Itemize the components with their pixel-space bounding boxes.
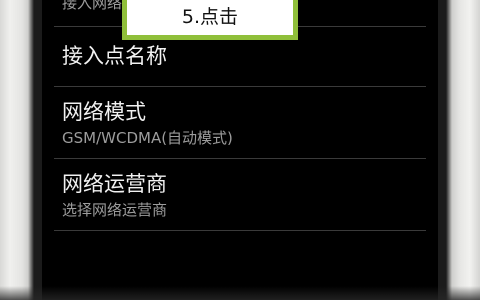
phone-screen: 接入网络数 接入点名称 网络模式 GSM/WCDMA(自动模式) 网络运营商 选… — [42, 0, 438, 300]
list-item-network-mode[interactable]: 网络模式 GSM/WCDMA(自动模式) — [42, 87, 438, 157]
list-item-apn-title: 接入点名称 — [62, 44, 167, 68]
list-item-network-mode-subtitle: GSM/WCDMA(自动模式) — [62, 129, 233, 147]
list-item-network-operators-subtitle: 选择网络运营商 — [62, 201, 168, 219]
list-item-network-operators[interactable]: 网络运营商 选择网络运营商 — [42, 159, 438, 229]
photo-bottom-edge — [0, 286, 480, 300]
step-callout-label: 5.点击 — [127, 0, 293, 35]
list-item-network-mode-title: 网络模式 — [62, 100, 146, 124]
step-callout: 5.点击 — [122, 0, 298, 40]
list-item-network-operators-title: 网络运营商 — [62, 172, 167, 196]
divider — [54, 230, 426, 231]
